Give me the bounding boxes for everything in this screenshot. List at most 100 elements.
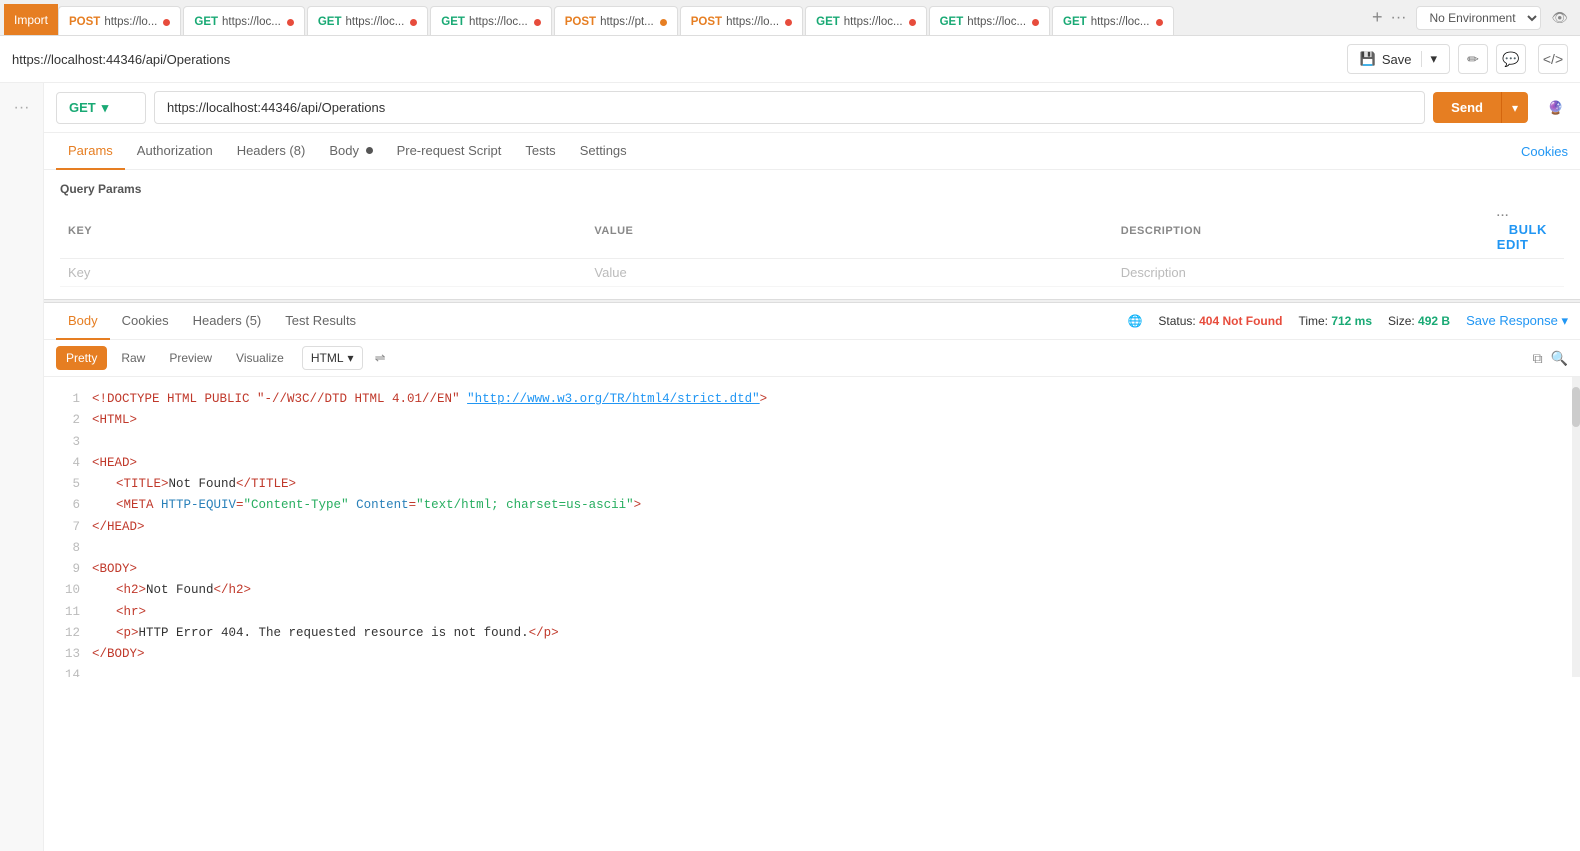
response-tabs: Body Cookies Headers (5) Test Results 🌐 …: [44, 303, 1580, 340]
value-column-header: VALUE: [586, 204, 1112, 259]
tab-3-method: GET: [318, 16, 342, 28]
response-tab-cookies[interactable]: Cookies: [110, 303, 181, 340]
code-viewer: 1 <!DOCTYPE HTML PUBLIC "-//W3C//DTD HTM…: [44, 377, 1580, 677]
tab-headers[interactable]: Headers (8): [225, 133, 318, 170]
method-chevron: ▾: [102, 100, 109, 116]
method-label: GET: [69, 100, 96, 115]
address-url: https://localhost:44346/api/Operations: [12, 52, 1339, 67]
code-viewer-wrap: 1 <!DOCTYPE HTML PUBLIC "-//W3C//DTD HTM…: [44, 377, 1580, 677]
tab-2[interactable]: GET https://loc...: [183, 6, 304, 37]
format-tab-visualize[interactable]: Visualize: [226, 346, 294, 370]
tab-9-url: https://loc...: [1091, 16, 1150, 28]
save-icon: 💾: [1360, 51, 1376, 67]
tab-5-url: https://pt...: [600, 16, 654, 28]
tab-1-url: https://lo...: [104, 16, 157, 28]
format-tabs: Pretty Raw Preview Visualize HTML ▾ ⇌ ⧉ …: [44, 340, 1580, 377]
left-sidebar: ···: [0, 83, 44, 851]
key-placeholder: Key: [68, 265, 90, 280]
tab-pre-request[interactable]: Pre-request Script: [385, 133, 514, 170]
send-group: Send ▾: [1433, 92, 1528, 123]
tab-8-method: GET: [940, 16, 964, 28]
time-label: Time: 712 ms: [1298, 314, 1372, 328]
tab-settings[interactable]: Settings: [568, 133, 639, 170]
table-more-icon[interactable]: ···: [1497, 210, 1510, 222]
copy-icon[interactable]: ⧉: [1533, 350, 1543, 367]
sidebar-menu[interactable]: ···: [14, 99, 30, 117]
row-action-cell: [1489, 259, 1564, 287]
value-cell: Value: [586, 259, 1112, 287]
tab-body[interactable]: Body: [317, 133, 384, 170]
value-placeholder: Value: [594, 265, 626, 280]
key-column-header: KEY: [60, 204, 586, 259]
code-button[interactable]: </>: [1538, 44, 1568, 74]
tab-5[interactable]: POST https://pt...: [554, 6, 678, 37]
tab-2-dot: [287, 19, 294, 26]
tab-6[interactable]: POST https://lo...: [680, 6, 803, 37]
line-1: 1 <!DOCTYPE HTML PUBLIC "-//W3C//DTD HTM…: [60, 389, 1564, 410]
format-tab-preview[interactable]: Preview: [159, 346, 222, 370]
line-7: 7 </HEAD>: [60, 517, 1564, 538]
save-chevron[interactable]: ▾: [1421, 51, 1437, 67]
save-button[interactable]: 💾 Save ▾: [1347, 44, 1450, 74]
new-tab-button[interactable]: +: [1372, 7, 1383, 28]
tab-tests[interactable]: Tests: [513, 133, 567, 170]
magic-icon[interactable]: 🔮: [1544, 96, 1568, 120]
line-9: 9 <BODY>: [60, 559, 1564, 580]
tab-8[interactable]: GET https://loc...: [929, 6, 1050, 37]
tab-8-url: https://loc...: [967, 16, 1026, 28]
tab-2-method: GET: [194, 16, 218, 28]
more-tabs-button[interactable]: ···: [1391, 9, 1407, 27]
format-type-dropdown[interactable]: HTML ▾: [302, 346, 363, 370]
app: Import POST https://lo... GET https://lo…: [0, 0, 1580, 851]
tab-params[interactable]: Params: [56, 133, 125, 170]
body-dot: [366, 147, 373, 154]
format-actions: ⧉ 🔍: [1533, 350, 1568, 367]
vertical-scrollbar[interactable]: [1572, 377, 1580, 677]
url-input[interactable]: [154, 91, 1425, 124]
tab-7-url: https://loc...: [844, 16, 903, 28]
tab-4-dot: [534, 19, 541, 26]
tab-4[interactable]: GET https://loc...: [430, 6, 551, 37]
line-13: 13 </BODY>: [60, 644, 1564, 665]
response-tab-body[interactable]: Body: [56, 303, 110, 340]
tab-bar: Import POST https://lo... GET https://lo…: [0, 0, 1580, 36]
bulk-edit-button[interactable]: Bulk Edit: [1497, 222, 1547, 252]
line-2: 2 <HTML>: [60, 410, 1564, 431]
tab-authorization[interactable]: Authorization: [125, 133, 225, 170]
send-button[interactable]: Send: [1433, 92, 1501, 123]
tab-7[interactable]: GET https://loc...: [805, 6, 926, 37]
line-4: 4 <HEAD>: [60, 453, 1564, 474]
edit-button[interactable]: ✏: [1458, 44, 1488, 74]
main-content: ··· GET ▾ Send ▾ 🔮 Params Authorizati: [0, 83, 1580, 851]
comment-button[interactable]: 💬: [1496, 44, 1526, 74]
format-type-chevron: ▾: [348, 351, 354, 365]
tab-8-dot: [1032, 19, 1039, 26]
tab-3[interactable]: GET https://loc...: [307, 6, 428, 37]
send-dropdown-button[interactable]: ▾: [1501, 92, 1528, 123]
tab-6-url: https://lo...: [726, 16, 779, 28]
tab-5-method: POST: [565, 16, 596, 28]
tab-1[interactable]: POST https://lo...: [58, 6, 181, 37]
environment-selector[interactable]: No Environment: [1416, 6, 1541, 30]
tab-1-dot: [163, 19, 170, 26]
method-dropdown[interactable]: GET ▾: [56, 92, 146, 124]
save-label: Save: [1382, 52, 1412, 67]
status-value: 404 Not Found: [1199, 314, 1282, 328]
response-tab-headers[interactable]: Headers (5): [181, 303, 274, 340]
response-tab-test-results[interactable]: Test Results: [273, 303, 368, 340]
search-icon[interactable]: 🔍: [1551, 350, 1568, 367]
import-button[interactable]: Import: [4, 4, 58, 36]
eye-icon[interactable]: 👁: [1551, 10, 1568, 26]
save-response-button[interactable]: Save Response ▾: [1466, 313, 1568, 329]
cookies-link[interactable]: Cookies: [1521, 144, 1568, 159]
tab-9[interactable]: GET https://loc...: [1052, 6, 1173, 37]
table-row: Key Value Description: [60, 259, 1564, 287]
format-tab-raw[interactable]: Raw: [111, 346, 155, 370]
filter-icon[interactable]: ⇌: [375, 350, 386, 366]
format-tab-pretty[interactable]: Pretty: [56, 346, 107, 370]
scrollbar-thumb[interactable]: [1572, 387, 1580, 427]
tab-7-dot: [909, 19, 916, 26]
size-label: Size: 492 B: [1388, 314, 1450, 328]
format-type-label: HTML: [311, 351, 344, 365]
size-value: 492 B: [1418, 314, 1450, 328]
